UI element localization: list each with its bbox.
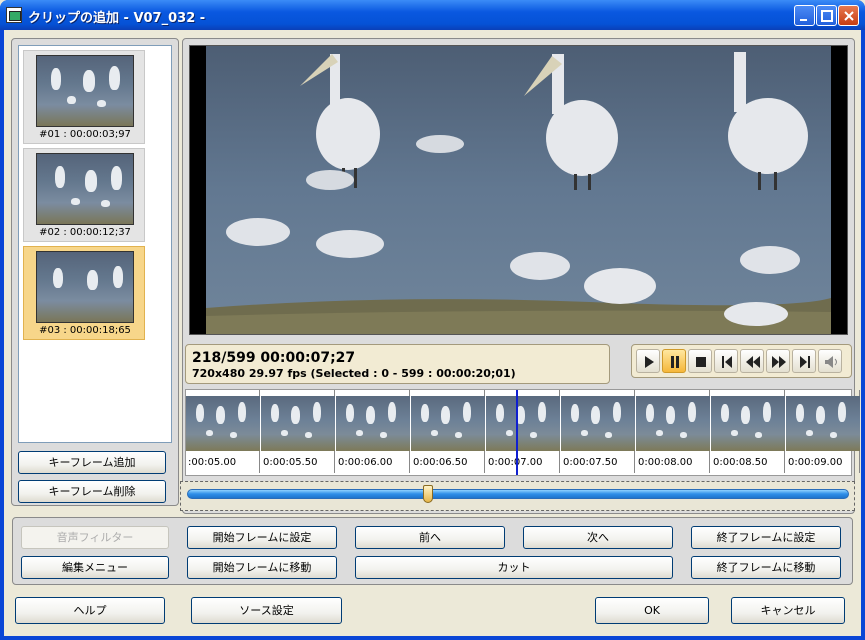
set-end-frame-button[interactable]: 終了フレームに設定 bbox=[691, 526, 841, 549]
keyframe-panel: #01 : 00:00:03;97 #02 : 00:00:12;37 #03 … bbox=[11, 38, 179, 506]
edit-menu-button[interactable]: 編集メニュー bbox=[21, 556, 169, 579]
keyframe-thumbnail bbox=[36, 153, 134, 225]
minimize-icon bbox=[800, 19, 807, 21]
step-forward-icon bbox=[800, 356, 810, 368]
position-slider[interactable] bbox=[180, 481, 855, 511]
timeline-frame-label: 0:00:09.00 bbox=[788, 457, 843, 468]
maximize-icon bbox=[821, 10, 833, 22]
dialog-client: #01 : 00:00:03;97 #02 : 00:00:12;37 #03 … bbox=[4, 30, 861, 636]
slider-thumb[interactable] bbox=[422, 485, 433, 503]
stop-button[interactable] bbox=[688, 349, 712, 373]
pause-button[interactable] bbox=[662, 349, 686, 373]
maximize-button[interactable] bbox=[816, 5, 837, 26]
window-title: クリップの追加 - V07_032 - bbox=[28, 11, 206, 26]
play-icon bbox=[645, 356, 654, 368]
fast-forward-icon bbox=[772, 356, 786, 368]
fast-forward-button[interactable] bbox=[766, 349, 790, 373]
timeline-frame[interactable]: 0:00:06.50 bbox=[411, 390, 485, 473]
keyframe-item[interactable]: #01 : 00:00:03;97 bbox=[23, 50, 145, 144]
add-keyframe-button[interactable]: キーフレーム追加 bbox=[18, 451, 166, 474]
timeline-frame-thumbnail bbox=[261, 396, 335, 451]
delete-keyframe-button[interactable]: キーフレーム削除 bbox=[18, 480, 166, 503]
goto-end-frame-button[interactable]: 終了フレームに移動 bbox=[691, 556, 841, 579]
timeline-frame[interactable]: :00:05.00 bbox=[186, 390, 260, 473]
dialog-window: クリップの追加 - V07_032 - #01: 00:00:03;97 #0… bbox=[0, 0, 865, 640]
keyframe-list[interactable]: #01 : 00:00:03;97 #02 : 00:00:12;37 #03 … bbox=[18, 45, 172, 443]
source-settings-button[interactable]: ソース設定 bbox=[191, 597, 342, 624]
timeline-frame[interactable]: 0:00:07.00 bbox=[486, 390, 560, 473]
video-preview[interactable] bbox=[189, 45, 848, 335]
app-icon bbox=[6, 7, 22, 23]
speaker-icon bbox=[825, 356, 837, 368]
timeline-frame[interactable]: 0:00:05.50 bbox=[261, 390, 335, 473]
close-button[interactable] bbox=[838, 5, 859, 26]
timeline-frame[interactable]: 0:00:08.00 bbox=[636, 390, 710, 473]
keyframe-thumbnail bbox=[36, 251, 134, 323]
keyframe-caption: #01 : 00:00:03;97 bbox=[39, 129, 131, 140]
keyframe-caption: #03 : 00:00:18;65 bbox=[39, 325, 131, 336]
timeline-frame-label: 0:00:07.50 bbox=[563, 457, 618, 468]
set-start-frame-button[interactable]: 開始フレームに設定 bbox=[187, 526, 337, 549]
timeline-frame-thumbnail bbox=[411, 396, 485, 451]
timeline-strip[interactable]: :00:05.00 0:00:05.50 0:00:06.00 0:00:06.50 0… bbox=[185, 389, 860, 476]
title-bar[interactable]: クリップの追加 - V07_032 - bbox=[0, 0, 865, 30]
timeline-frame-thumbnail bbox=[636, 396, 710, 451]
video-details: 720x480 29.97 fps (Selected : 0 - 599 : … bbox=[192, 367, 516, 380]
help-button[interactable]: ヘルプ bbox=[15, 597, 165, 624]
timeline-frame-label: 0:00:08.00 bbox=[638, 457, 693, 468]
timeline-frame-thumbnail bbox=[486, 396, 560, 451]
rewind-icon bbox=[746, 356, 760, 368]
timeline-frame[interactable]: 0:00:08.50 bbox=[711, 390, 785, 473]
ok-button[interactable]: OK bbox=[595, 597, 709, 624]
close-icon bbox=[844, 11, 854, 21]
timeline-frame-thumbnail bbox=[336, 396, 410, 451]
transport-controls bbox=[631, 344, 852, 378]
keyframe-caption: #02 : 00:00:12;37 bbox=[39, 227, 131, 238]
keyframe-item-selected[interactable]: #03 : 00:00:18;65 bbox=[23, 246, 145, 340]
preview-panel: 218/599 00:00:07;27 720x480 29.97 fps (S… bbox=[180, 38, 860, 514]
slider-track[interactable] bbox=[187, 489, 849, 499]
timeline-frame-label: 0:00:08.50 bbox=[713, 457, 768, 468]
pause-icon bbox=[671, 356, 679, 368]
action-panel: 音声フィルター 開始フレームに設定 前へ 次へ 終了フレームに設定 編集メニュー… bbox=[12, 517, 853, 585]
rewind-button[interactable] bbox=[740, 349, 764, 373]
timeline-frame[interactable]: 0:00:09.00 bbox=[786, 390, 860, 473]
mute-button[interactable] bbox=[818, 349, 842, 373]
keyframe-item[interactable]: #02 : 00:00:12;37 bbox=[23, 148, 145, 242]
cut-button[interactable]: カット bbox=[355, 556, 673, 579]
timeline-frame[interactable]: 0:00:06.00 bbox=[336, 390, 410, 473]
timeline-playhead[interactable] bbox=[516, 390, 518, 475]
frame-info-panel: 218/599 00:00:07;27 720x480 29.97 fps (S… bbox=[185, 344, 610, 384]
timeline-frame[interactable]: 0:00:07.50 bbox=[561, 390, 635, 473]
step-forward-button[interactable] bbox=[792, 349, 816, 373]
timeline-frame-label: :00:05.00 bbox=[188, 457, 237, 468]
frame-position: 218/599 00:00:07;27 bbox=[192, 350, 356, 366]
previous-button[interactable]: 前へ bbox=[355, 526, 505, 549]
timeline-frame-thumbnail bbox=[711, 396, 785, 451]
timeline-frame-label: 0:00:05.50 bbox=[263, 457, 318, 468]
timeline-frame-thumbnail bbox=[561, 396, 635, 451]
step-back-button[interactable] bbox=[714, 349, 738, 373]
cancel-button[interactable]: キャンセル bbox=[731, 597, 845, 624]
video-frame-image bbox=[190, 46, 847, 334]
audio-filter-button[interactable]: 音声フィルター bbox=[21, 526, 169, 549]
timeline-frame-label: 0:00:06.00 bbox=[338, 457, 393, 468]
goto-start-frame-button[interactable]: 開始フレームに移動 bbox=[187, 556, 337, 579]
keyframe-thumbnail bbox=[36, 55, 134, 127]
timeline-frame-thumbnail bbox=[786, 396, 860, 451]
step-back-icon bbox=[722, 356, 732, 368]
play-button[interactable] bbox=[636, 349, 660, 373]
minimize-button[interactable] bbox=[794, 5, 815, 26]
stop-icon bbox=[696, 357, 706, 367]
timeline-frame-thumbnail bbox=[186, 396, 260, 451]
next-button[interactable]: 次へ bbox=[523, 526, 673, 549]
timeline-frame-label: 0:00:06.50 bbox=[413, 457, 468, 468]
